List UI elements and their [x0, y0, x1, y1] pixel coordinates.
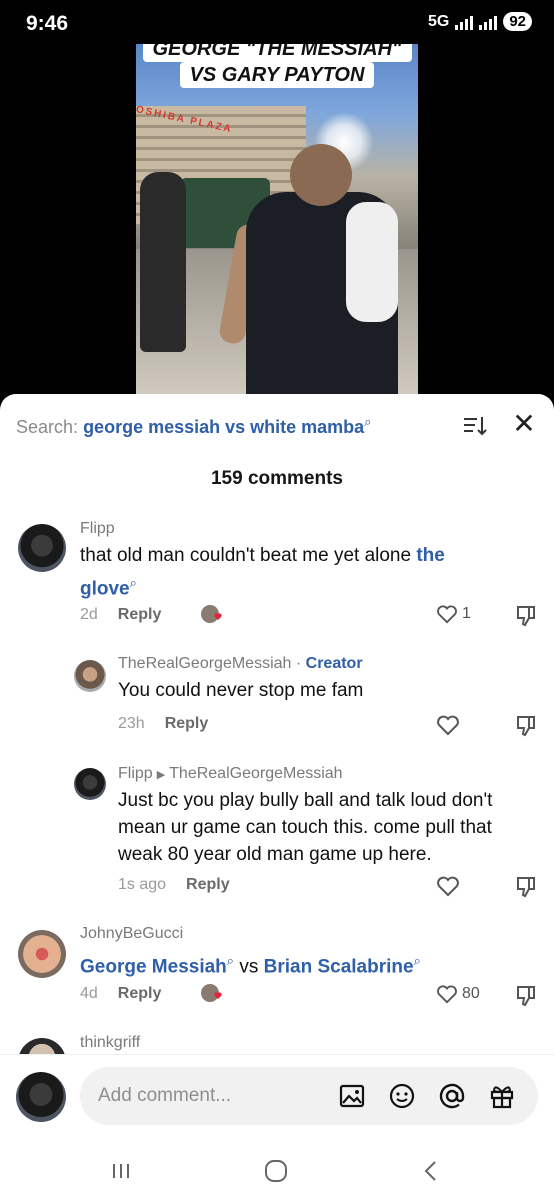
- creator-liked-icon: [201, 984, 222, 1002]
- comment-text-plain: that old man couldn't beat me yet alone: [80, 545, 417, 566]
- comment-text-plain: vs: [234, 956, 264, 978]
- signal-icon-2: [479, 14, 498, 30]
- add-comment-input[interactable]: Add comment...: [80, 1067, 538, 1125]
- comment-search-link[interactable]: Brian Scalabrine: [264, 956, 414, 977]
- battery-icon: 92: [503, 12, 532, 31]
- search-query-link[interactable]: george messiah vs white mamba: [83, 417, 364, 437]
- comment-meta: 4d Reply: [80, 985, 161, 1003]
- comment-text: that old man couldn't beat me yet alone …: [80, 542, 500, 602]
- heart-icon: [437, 985, 457, 1004]
- mention-icon[interactable]: [438, 1082, 466, 1110]
- close-icon[interactable]: ✕: [510, 410, 538, 438]
- search-icon: ⌕: [413, 953, 421, 968]
- my-avatar[interactable]: [16, 1072, 66, 1122]
- creator-liked-icon: [201, 605, 222, 623]
- comment-text: Just bc you play bully ball and talk lou…: [118, 790, 493, 865]
- emoji-icon[interactable]: [388, 1082, 416, 1110]
- avatar[interactable]: [18, 930, 66, 978]
- creator-separator: ·: [291, 655, 306, 672]
- comment-time: 23h: [118, 715, 145, 732]
- comment-author: TheRealGeorgeMessiah: [118, 655, 292, 672]
- like-count: 1: [462, 605, 471, 622]
- video-person-sleeve: [346, 202, 398, 322]
- reply-to-user: TheRealGeorgeMessiah: [169, 765, 343, 782]
- system-nav-bar: [0, 1142, 554, 1200]
- comment-count: 159 comments: [210, 468, 343, 489]
- comment-author: Flipp: [118, 765, 153, 782]
- comment-text: George Messiah⌕ vs Brian Scalabrine⌕: [80, 947, 520, 980]
- video-person-head: [290, 144, 352, 206]
- video-person-main: [217, 144, 398, 394]
- search-icon: ⌕: [226, 953, 235, 968]
- comment-username[interactable]: JohnyBeGucci: [80, 925, 183, 943]
- reply-arrow-icon: ▶: [156, 769, 166, 781]
- like-button[interactable]: 1: [436, 604, 471, 624]
- search-suggestion[interactable]: Search: george messiah vs white mamba⌕: [16, 414, 538, 438]
- search-icon: ⌕: [364, 414, 372, 429]
- home-icon[interactable]: [261, 1156, 291, 1186]
- video-caption-line1: GEORGE "THE MESSIAH": [142, 44, 412, 62]
- comment-username[interactable]: Flipp ▶ TheRealGeorgeMessiah: [118, 765, 343, 783]
- avatar[interactable]: [74, 768, 106, 800]
- network-type: 5G: [427, 12, 450, 30]
- recent-apps-icon[interactable]: [106, 1156, 136, 1186]
- dislike-icon[interactable]: [514, 714, 538, 738]
- search-prefix: Search:: [16, 417, 79, 437]
- like-count: 80: [462, 985, 480, 1002]
- comment-meta: 23h Reply: [118, 715, 208, 733]
- signal-icon: [455, 14, 474, 30]
- status-indicators: 5G 92: [428, 12, 532, 31]
- video-caption: GEORGE "THE MESSIAH" VS GARY PAYTON: [140, 44, 414, 88]
- gift-icon[interactable]: [488, 1082, 516, 1110]
- heart-icon[interactable]: [436, 714, 460, 736]
- add-comment-placeholder: Add comment...: [98, 1085, 232, 1106]
- reply-button[interactable]: Reply: [186, 876, 230, 893]
- comment-meta: 1s ago Reply: [118, 876, 230, 894]
- reply-button[interactable]: Reply: [118, 985, 162, 1002]
- video-person-left: [140, 172, 186, 352]
- heart-icon[interactable]: [436, 875, 460, 897]
- comment-username[interactable]: TheRealGeorgeMessiah · Creator: [118, 655, 363, 673]
- reply-button[interactable]: Reply: [165, 715, 209, 732]
- image-icon[interactable]: [338, 1082, 366, 1110]
- comment-time: 1s ago: [118, 876, 167, 893]
- video-caption-line2: VS GARY PAYTON: [179, 62, 375, 88]
- like-button[interactable]: 80: [436, 984, 480, 1004]
- dislike-icon[interactable]: [514, 604, 538, 628]
- comment-search-link[interactable]: George Messiah: [80, 956, 227, 977]
- creator-badge: Creator: [305, 655, 363, 672]
- status-time: 9:46: [26, 12, 69, 35]
- comment-text: You could never stop me fam: [118, 680, 364, 701]
- dislike-icon[interactable]: [514, 984, 538, 1008]
- avatar[interactable]: [18, 524, 66, 572]
- video-player[interactable]: OSHIBA PLAZA GEORGE "THE MESSIAH" VS GAR…: [0, 44, 554, 394]
- comment-composer: Add comment...: [0, 1054, 554, 1142]
- status-bar: 9:46 5G 92: [0, 0, 554, 44]
- heart-icon: [437, 605, 457, 624]
- search-icon: ⌕: [129, 575, 137, 590]
- comment-time: 4d: [80, 985, 98, 1002]
- reply-button[interactable]: Reply: [118, 606, 162, 623]
- comment-meta: 2d Reply: [80, 606, 161, 624]
- back-icon[interactable]: [416, 1156, 446, 1186]
- dislike-icon[interactable]: [514, 875, 538, 899]
- comment-time: 2d: [80, 606, 98, 623]
- comment-username[interactable]: Flipp: [80, 520, 115, 538]
- comment-username[interactable]: thinkgriff: [80, 1034, 140, 1052]
- sort-icon[interactable]: [462, 414, 488, 438]
- avatar[interactable]: [74, 660, 106, 692]
- video-frame[interactable]: OSHIBA PLAZA GEORGE "THE MESSIAH" VS GAR…: [136, 44, 418, 394]
